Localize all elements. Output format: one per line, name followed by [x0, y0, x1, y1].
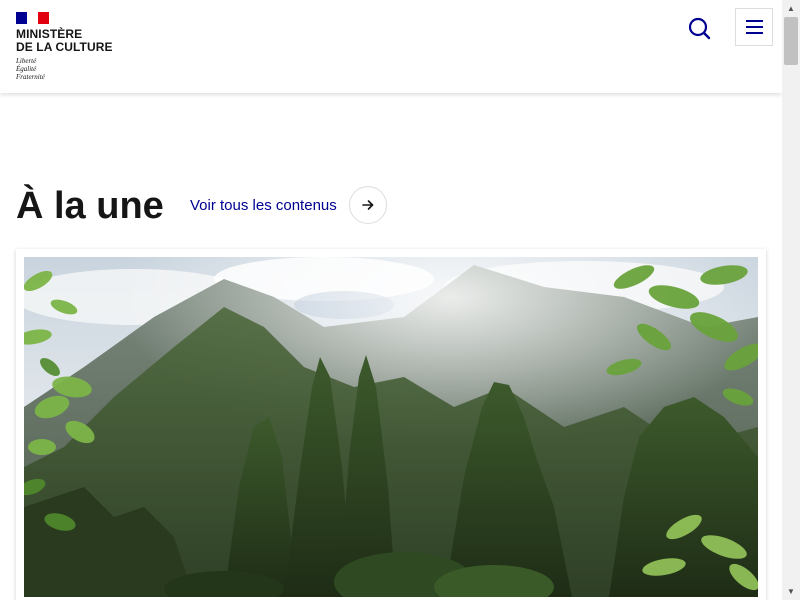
republic-motto: Liberté Égalité Fraternité [16, 57, 126, 81]
see-all-button[interactable] [348, 186, 387, 224]
see-all-label: Voir tous les contenus [190, 196, 337, 214]
mountain-landscape-image [24, 257, 758, 597]
search-icon [688, 17, 711, 40]
ministry-name: MINISTÈRE DE LA CULTURE [16, 28, 126, 54]
motto-egalite: Égalité [16, 65, 37, 73]
motto-liberte: Liberté [16, 57, 37, 65]
scroll-up-arrow-icon[interactable]: ▲ [782, 0, 800, 17]
menu-button[interactable] [735, 8, 773, 46]
ministry-name-line2: DE LA CULTURE [16, 40, 113, 54]
scroll-down-arrow-icon[interactable]: ▼ [782, 583, 800, 600]
scrollbar-thumb[interactable] [784, 17, 798, 65]
page: MINISTÈRE DE LA CULTURE Liberté Égalité … [0, 0, 800, 600]
search-button[interactable] [682, 10, 718, 46]
motto-fraternite: Fraternité [16, 73, 45, 81]
featured-image[interactable] [24, 257, 758, 597]
arrow-right-icon [361, 200, 374, 210]
ministry-logo-link[interactable]: MINISTÈRE DE LA CULTURE Liberté Égalité … [16, 12, 126, 81]
section-title: À la une [16, 185, 164, 227]
see-all-content-link[interactable]: Voir tous les contenus [190, 185, 387, 225]
featured-card[interactable] [16, 249, 766, 600]
french-flag-logo [16, 12, 49, 24]
hamburger-menu-icon [746, 20, 763, 34]
site-header: MINISTÈRE DE LA CULTURE Liberté Égalité … [0, 0, 782, 93]
vertical-scrollbar[interactable]: ▲ ▼ [782, 0, 800, 600]
